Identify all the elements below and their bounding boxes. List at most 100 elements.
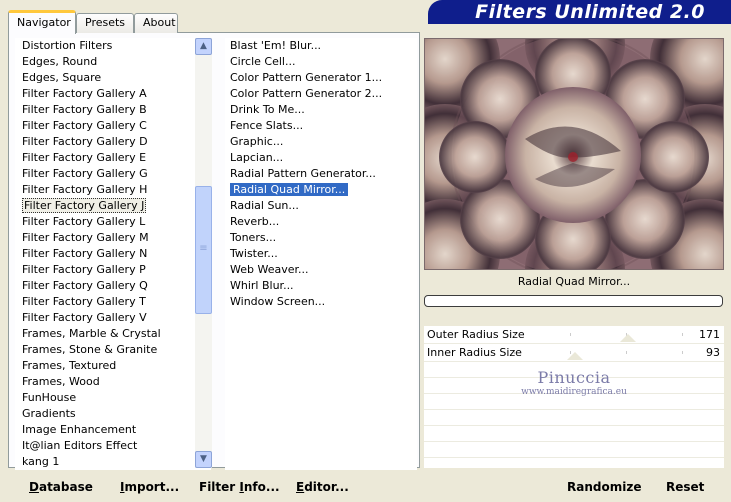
- category-item[interactable]: Filter Factory Gallery D: [15, 134, 211, 150]
- scroll-thumb[interactable]: ≡: [195, 186, 212, 314]
- category-item[interactable]: Filter Factory Gallery T: [15, 294, 211, 310]
- category-item[interactable]: Filter Factory Gallery J: [15, 198, 211, 214]
- filter-item[interactable]: Web Weaver...: [225, 262, 417, 278]
- category-item-label: Filter Factory Gallery H: [22, 183, 148, 196]
- category-item[interactable]: Filter Factory Gallery G: [15, 166, 211, 182]
- category-item[interactable]: Filter Factory Gallery L: [15, 214, 211, 230]
- category-item[interactable]: Filter Factory Gallery V: [15, 310, 211, 326]
- empty-param-row: [424, 362, 724, 378]
- category-item-label: Frames, Wood: [22, 375, 100, 388]
- filter-item[interactable]: Whirl Blur...: [225, 278, 417, 294]
- filter-item[interactable]: Graphic...: [225, 134, 417, 150]
- filter-item[interactable]: Radial Quad Mirror...: [225, 182, 417, 198]
- category-item-label: FunHouse: [22, 391, 77, 404]
- category-item[interactable]: kang 1: [15, 454, 211, 470]
- filter-item[interactable]: Radial Pattern Generator...: [225, 166, 417, 182]
- filter-info-button[interactable]: Filter Info...: [199, 478, 280, 496]
- filter-item[interactable]: Blast 'Em! Blur...: [225, 38, 417, 54]
- category-item[interactable]: Filter Factory Gallery Q: [15, 278, 211, 294]
- category-item-label: Filter Factory Gallery B: [22, 103, 147, 116]
- category-list[interactable]: Distortion Filters Edges, Round Edges, Squ…: [15, 38, 211, 470]
- empty-param-row: [424, 442, 724, 458]
- filter-item[interactable]: Circle Cell...: [225, 54, 417, 70]
- category-item[interactable]: Filter Factory Gallery H: [15, 182, 211, 198]
- database-button[interactable]: Database: [29, 478, 93, 496]
- filter-item[interactable]: Radial Sun...: [225, 198, 417, 214]
- tab-presets[interactable]: Presets: [76, 13, 134, 33]
- category-item-label: Edges, Square: [22, 71, 102, 84]
- filter-info-label: nfo...: [243, 480, 280, 494]
- import-button[interactable]: Import...: [120, 478, 179, 496]
- category-item-label: Filter Factory Gallery P: [22, 263, 146, 276]
- category-item[interactable]: Frames, Stone & Granite: [15, 342, 211, 358]
- param-label: Inner Radius Size: [427, 346, 522, 359]
- param-value: 171: [699, 328, 720, 341]
- category-item[interactable]: Filter Factory Gallery M: [15, 230, 211, 246]
- category-item-label: Edges, Round: [22, 55, 98, 68]
- param-outer-radius[interactable]: Outer Radius Size 171: [424, 326, 724, 344]
- filter-list[interactable]: Blast 'Em! Blur... Circle Cell... Color Pa…: [225, 38, 417, 470]
- category-item[interactable]: Frames, Textured: [15, 358, 211, 374]
- empty-param-row: [424, 426, 724, 442]
- category-item[interactable]: Edges, Square: [15, 70, 211, 86]
- slider-track[interactable]: [514, 333, 684, 336]
- tab-navigator[interactable]: Navigator: [8, 10, 76, 34]
- category-item[interactable]: Filter Factory Gallery B: [15, 102, 211, 118]
- category-scrollbar[interactable]: ▲ ≡ ▼: [195, 38, 212, 468]
- category-item-label: Filter Factory Gallery Q: [22, 279, 148, 292]
- param-inner-radius[interactable]: Inner Radius Size 93: [424, 344, 724, 362]
- selected-filter-name: Radial Quad Mirror...: [517, 275, 631, 288]
- filter-item-label: Radial Pattern Generator...: [230, 167, 376, 180]
- filter-item[interactable]: Lapcian...: [225, 150, 417, 166]
- category-item-label: Filter Factory Gallery M: [22, 231, 149, 244]
- progress-bar: [424, 295, 723, 307]
- filter-item[interactable]: Toners...: [225, 230, 417, 246]
- filter-item[interactable]: Fence Slats...: [225, 118, 417, 134]
- editor-button[interactable]: Editor...: [296, 478, 349, 496]
- category-item[interactable]: Gradients: [15, 406, 211, 422]
- category-item[interactable]: Frames, Marble & Crystal: [15, 326, 211, 342]
- category-item[interactable]: Filter Factory Gallery A: [15, 86, 211, 102]
- filter-item-label: Radial Sun...: [230, 199, 299, 212]
- filter-item[interactable]: Window Screen...: [225, 294, 417, 310]
- category-item-label: It@lian Editors Effect: [22, 439, 138, 452]
- database-hotkey: D: [29, 480, 39, 494]
- category-item[interactable]: FunHouse: [15, 390, 211, 406]
- title-banner: Filters Unlimited 2.0: [428, 0, 731, 24]
- category-item-label: Filter Factory Gallery N: [22, 247, 148, 260]
- category-item[interactable]: Filter Factory Gallery N: [15, 246, 211, 262]
- filter-item[interactable]: Reverb...: [225, 214, 417, 230]
- filter-item[interactable]: Drink To Me...: [225, 102, 417, 118]
- filter-item[interactable]: Color Pattern Generator 2...: [225, 86, 417, 102]
- filter-item[interactable]: Color Pattern Generator 1...: [225, 70, 417, 86]
- category-item-label: Frames, Textured: [22, 359, 117, 372]
- reset-button[interactable]: Reset: [666, 478, 704, 496]
- filter-item-label: Lapcian...: [230, 151, 284, 164]
- category-item-label: Image Enhancement: [22, 423, 137, 436]
- randomize-button[interactable]: Randomize: [567, 478, 641, 496]
- category-item[interactable]: Image Enhancement: [15, 422, 211, 438]
- scroll-down-button[interactable]: ▼: [195, 451, 212, 468]
- slider-thumb[interactable]: [567, 352, 584, 360]
- category-item-label: Gradients: [22, 407, 76, 420]
- param-value: 93: [706, 346, 720, 359]
- category-item[interactable]: Edges, Round: [15, 54, 211, 70]
- slider-track[interactable]: [514, 351, 684, 354]
- category-item[interactable]: Frames, Wood: [15, 374, 211, 390]
- database-label: atabase: [38, 480, 93, 494]
- filter-item-label: Reverb...: [230, 215, 280, 228]
- scroll-up-button[interactable]: ▲: [195, 38, 212, 55]
- filter-item-label: Window Screen...: [230, 295, 326, 308]
- param-label: Outer Radius Size: [427, 328, 525, 341]
- category-item[interactable]: Filter Factory Gallery P: [15, 262, 211, 278]
- filter-item-label: Toners...: [230, 231, 277, 244]
- editor-hotkey: E: [296, 480, 305, 494]
- category-item[interactable]: Distortion Filters: [15, 38, 211, 54]
- tab-about[interactable]: About: [134, 13, 178, 33]
- category-item[interactable]: Filter Factory Gallery E: [15, 150, 211, 166]
- category-item[interactable]: It@lian Editors Effect: [15, 438, 211, 454]
- slider-thumb[interactable]: [619, 334, 636, 342]
- category-item[interactable]: Filter Factory Gallery C: [15, 118, 211, 134]
- category-item-label: Filter Factory Gallery L: [22, 215, 146, 228]
- filter-item[interactable]: Twister...: [225, 246, 417, 262]
